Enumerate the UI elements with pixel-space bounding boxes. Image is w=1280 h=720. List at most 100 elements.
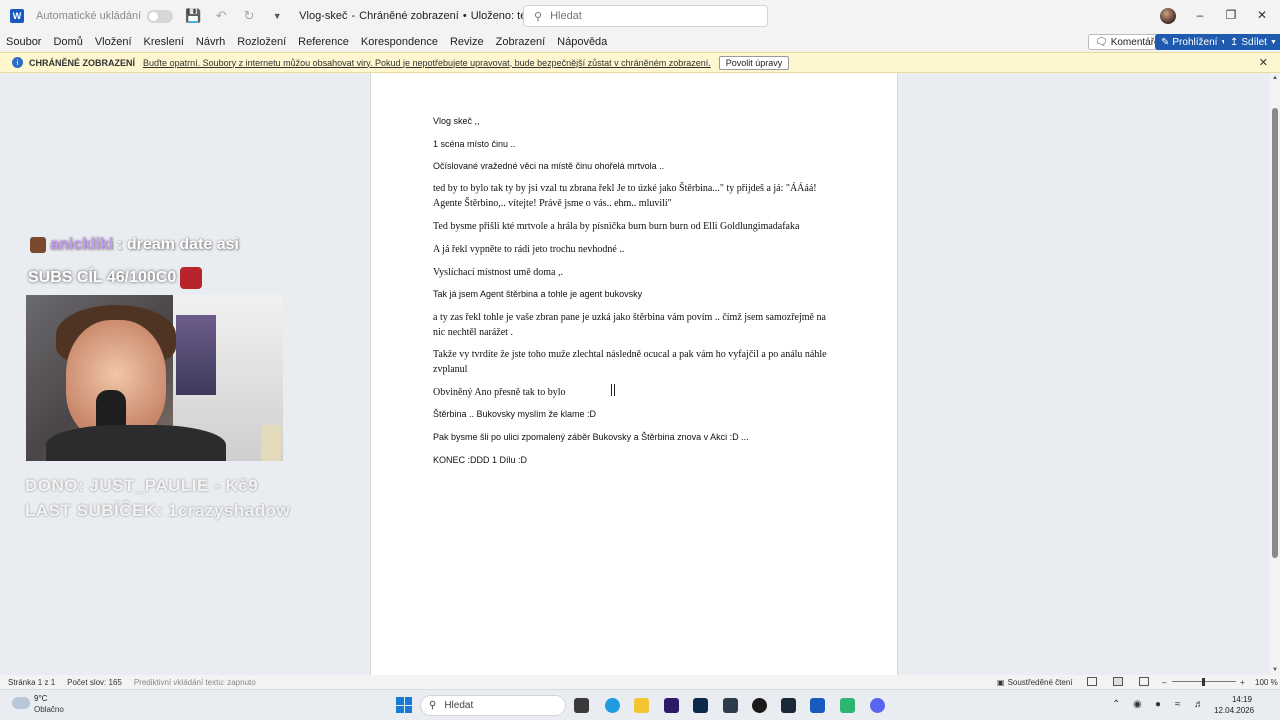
weather-temperature[interactable]: 9°C: [34, 694, 47, 703]
volume-icon[interactable]: ♬: [1194, 699, 1204, 710]
steam-icon[interactable]: [781, 698, 796, 713]
undo-icon[interactable]: ↶: [213, 8, 229, 24]
page-count[interactable]: Stránka 1 z 1: [8, 678, 55, 687]
search-icon: ⚲: [534, 10, 543, 23]
start-button[interactable]: [396, 697, 412, 713]
zoom-out-icon[interactable]: –: [1162, 678, 1166, 687]
word-count[interactable]: Počet slov: 165: [67, 678, 122, 687]
file-explorer-icon[interactable]: [634, 698, 649, 713]
edge-icon[interactable]: [605, 698, 620, 713]
menu-domu[interactable]: Domů: [47, 36, 88, 48]
menu-rozlozeni[interactable]: Rozložení: [231, 36, 292, 48]
sub-goal-text: SUBS CÍL 46/100C0: [28, 269, 177, 286]
protected-view-bar: i CHRÁNĚNÉ ZOBRAZENÍ Buďte opatrní. Soub…: [0, 52, 1280, 73]
share-icon: ↥: [1230, 36, 1239, 48]
zoom-slider-thumb[interactable]: [1202, 678, 1205, 686]
close-icon[interactable]: ✕: [1252, 8, 1272, 22]
web-layout-icon[interactable]: [1139, 677, 1149, 686]
save-icon[interactable]: 💾: [185, 8, 201, 24]
microphone-icon[interactable]: ●: [1155, 699, 1161, 710]
doc-line-9: a ty zas řekl tohle je vaše zbran pane j…: [433, 312, 826, 338]
doc-line-4: ted by to bylo tak ty by jsi vzal tu zbr…: [433, 183, 817, 209]
print-layout-icon[interactable]: [1113, 677, 1123, 686]
scroll-up-icon[interactable]: ▲: [1272, 75, 1278, 81]
read-mode-icon[interactable]: [1087, 677, 1097, 686]
customize-toolbar-icon[interactable]: ▼: [269, 11, 285, 21]
menu-kresleni[interactable]: Kreslení: [138, 36, 190, 48]
scroll-thumb[interactable]: [1272, 108, 1278, 558]
doc-line-5: Ted bysme přišli kté mrtvole a hrála by …: [433, 221, 800, 232]
emote-icon: [30, 237, 46, 253]
premiere-icon[interactable]: [664, 698, 679, 713]
avatar[interactable]: [1160, 8, 1176, 24]
minimize-icon[interactable]: –: [1190, 8, 1210, 22]
photoshop-icon[interactable]: [693, 698, 708, 713]
autosave-label: Automatické ukládání: [36, 10, 142, 22]
search-input[interactable]: ⚲ Hledat: [523, 5, 768, 27]
doc-name: Vlog-skeč: [299, 10, 348, 22]
word-icon[interactable]: [810, 698, 825, 713]
vertical-scrollbar[interactable]: ▲ ▼: [1270, 73, 1280, 675]
task-view-icon[interactable]: [574, 698, 589, 713]
status-bar: Stránka 1 z 1 Počet slov: 165 Prediktivn…: [0, 675, 1280, 689]
scroll-down-icon[interactable]: ▼: [1272, 667, 1278, 673]
menu-vlozeni[interactable]: Vložení: [89, 36, 138, 48]
menu-zobrazeni[interactable]: Zobrazení: [490, 36, 552, 48]
clock-time: 14:19: [1231, 695, 1252, 704]
close-icon[interactable]: ✕: [1259, 56, 1268, 69]
app-list-icon[interactable]: [840, 698, 855, 713]
word-logo-icon: W: [10, 9, 24, 23]
menu-soubor[interactable]: Soubor: [0, 36, 47, 48]
menu-reference[interactable]: Reference: [292, 36, 355, 48]
network-app-icon[interactable]: ◉: [1133, 699, 1142, 710]
obs-icon[interactable]: [752, 698, 767, 713]
zoom-level[interactable]: 100 %: [1255, 678, 1278, 687]
doc-line-11: Obviněný Ano přesně tak to bylo: [433, 387, 566, 398]
chevron-up-icon[interactable]: ⌃: [1112, 699, 1120, 710]
weather-description[interactable]: Oblačno: [34, 705, 64, 714]
focus-mode-button[interactable]: ▣ Soustředěné čtení: [997, 675, 1073, 689]
webcam-feed: [26, 295, 283, 461]
focus-icon: ▣: [997, 677, 1005, 687]
doc-line-1: Vlog skeč ,,: [433, 116, 480, 126]
doc-line-2: 1 scéna místo činu ..: [433, 139, 516, 149]
app-icon[interactable]: [723, 698, 738, 713]
doc-line-12: Štěrbina .. Bukovsky myslím že klame :D: [433, 409, 597, 419]
cloud-icon[interactable]: [12, 697, 30, 709]
doc-line-3: Očíslované vražedné věci na místě činu o…: [433, 161, 665, 171]
chat-message: anickliki : dream date asi: [30, 236, 239, 254]
doc-line-10: Takže vy tvrdíte že jste toho muže zlech…: [433, 349, 827, 375]
redo-icon[interactable]: ↻: [241, 8, 257, 24]
wifi-icon[interactable]: ≈: [1175, 699, 1181, 710]
search-icon: ⚲: [429, 700, 437, 711]
taskbar-search[interactable]: ⚲ Hledat: [420, 695, 566, 716]
taskbar: 9°C Oblačno ⚲ Hledat ⌃ ◉ ● ≈ ♬ 14:19 12.…: [0, 689, 1280, 720]
donation-text: DONO: JUST_PAULIE - Kč9: [25, 476, 259, 495]
discord-icon[interactable]: [870, 698, 885, 713]
doc-line-6: A já řekl vypněte to rádi jeto trochu ne…: [433, 244, 625, 255]
menu-navrh[interactable]: Návrh: [190, 36, 231, 48]
document-page[interactable]: Vlog skeč ,, 1 scéna místo činu .. Očísl…: [370, 73, 898, 675]
doc-line-7: Vyslíchací místnost umě doma ,.: [433, 267, 563, 278]
zoom-in-icon[interactable]: +: [1240, 678, 1245, 687]
devil-emote-icon: [180, 267, 203, 289]
comment-icon: 🗨: [1095, 36, 1108, 48]
menu-korespondence[interactable]: Korespondence: [355, 36, 444, 48]
doc-line-8: Tak já jsem Agent štěrbina a tohle je ag…: [433, 289, 643, 299]
predictive-text-status[interactable]: Prediktivní vkládání textu: zapnuto: [134, 678, 256, 687]
doc-line-13: Pak bysme šli po ulici zpomalený záběr B…: [433, 432, 749, 442]
share-button[interactable]: ↥ Sdílet ▼: [1224, 34, 1280, 50]
autosave-toggle[interactable]: [147, 9, 174, 23]
restore-icon[interactable]: ❐: [1221, 8, 1241, 22]
doc-line-14: KONEC :DDD 1 Dílu :D: [433, 455, 528, 465]
clock-date: 12.04.2026: [1214, 706, 1255, 715]
protected-view-message[interactable]: Buďte opatrní. Soubory z internetu můžou…: [143, 58, 711, 68]
view-mode-button[interactable]: ✎ Prohlížení ▼: [1155, 34, 1234, 50]
menu-napoveda[interactable]: Nápověda: [551, 36, 613, 48]
clock[interactable]: 14:19 12.04.2026: [1214, 694, 1255, 716]
doc-status-protected: Chráněné zobrazení: [359, 10, 459, 22]
chat-text: : dream date asi: [117, 236, 239, 253]
info-icon: i: [12, 57, 23, 68]
enable-editing-button[interactable]: Povolit úpravy: [718, 55, 790, 70]
menu-revize[interactable]: Revize: [444, 36, 490, 48]
